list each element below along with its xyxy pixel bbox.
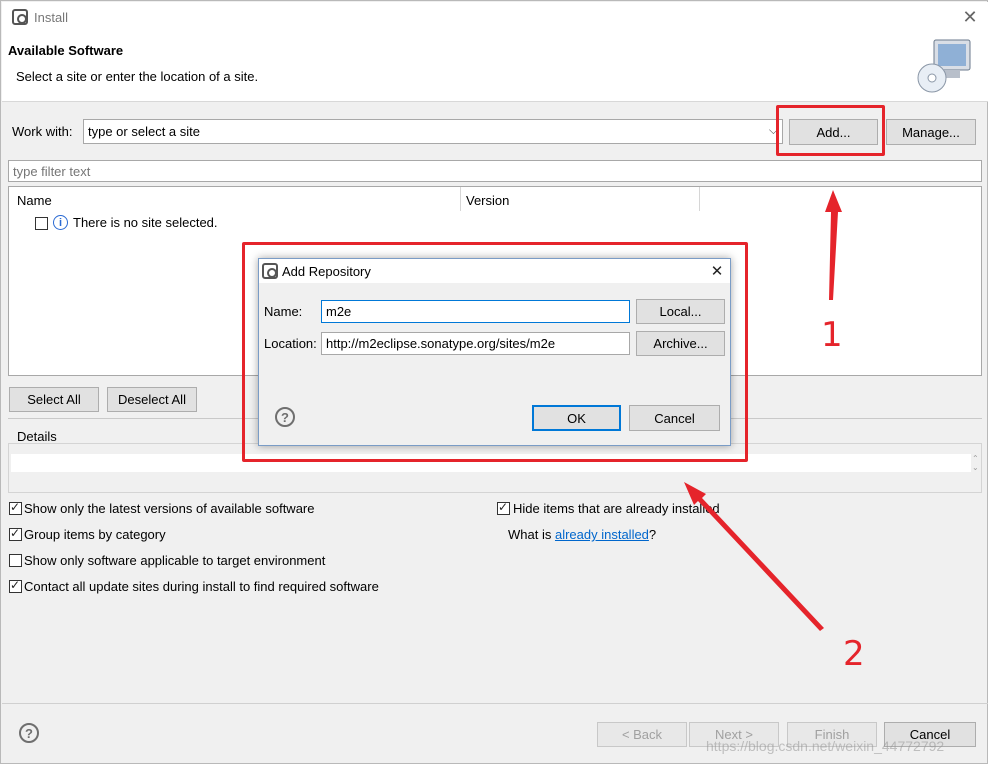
annotation-marker-2: 2	[843, 634, 865, 674]
annotation-arrow-1	[825, 190, 842, 300]
annotation-arrows	[684, 190, 842, 631]
annotation-arrow-2	[684, 482, 824, 631]
annotation-marker-1: 1	[821, 315, 843, 355]
